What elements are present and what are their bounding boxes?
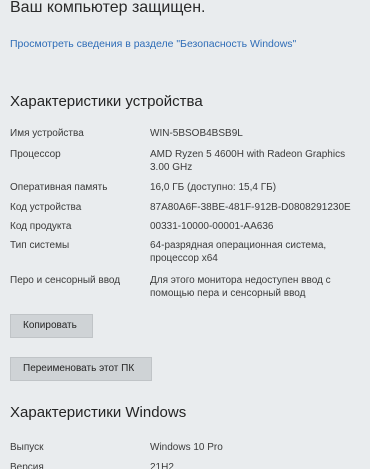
protection-status-title: Ваш компьютер защищен. — [10, 0, 206, 16]
processor-label: Процессор — [10, 149, 61, 160]
installed-ram-label: Оперативная память — [10, 182, 108, 193]
processor-value: AMD Ryzen 5 4600H with Radeon Graphics 3… — [150, 149, 346, 173]
version-label: Версия — [10, 462, 44, 469]
installed-ram-value: 16,0 ГБ (доступно: 15,4 ГБ) — [150, 182, 277, 193]
device-name-label: Имя устройства — [10, 128, 84, 139]
rename-pc-button[interactable]: Переименовать этот ПК — [10, 357, 152, 381]
system-type-label: Тип системы — [10, 240, 70, 251]
device-name-value: WIN-5BSOB4BSB9L — [150, 128, 243, 139]
pen-touch-value: Для этого монитора недоступен ввод с пом… — [150, 275, 331, 299]
copy-button[interactable]: Копировать — [10, 314, 93, 338]
product-id-value: 00331-10000-00001-AA636 — [150, 221, 274, 232]
windows-about-page: Ваш компьютер защищен. Просмотреть сведе… — [0, 0, 370, 469]
device-id-value: 87A80A6F-38BE-481F-912B-D0808291230E — [150, 202, 351, 213]
windows-security-link[interactable]: Просмотреть сведения в разделе "Безопасн… — [10, 38, 310, 51]
version-value: 21H2 — [150, 462, 174, 469]
device-id-label: Код устройства — [10, 202, 82, 213]
edition-label: Выпуск — [10, 442, 44, 453]
pen-touch-label: Перо и сенсорный ввод — [10, 275, 121, 286]
system-type-value: 64-разрядная операционная система, проце… — [150, 240, 327, 264]
edition-value: Windows 10 Pro — [150, 442, 223, 453]
windows-specifications-heading: Характеристики Windows — [10, 404, 187, 421]
product-id-label: Код продукта — [10, 221, 72, 232]
device-specifications-heading: Характеристики устройства — [10, 93, 203, 110]
